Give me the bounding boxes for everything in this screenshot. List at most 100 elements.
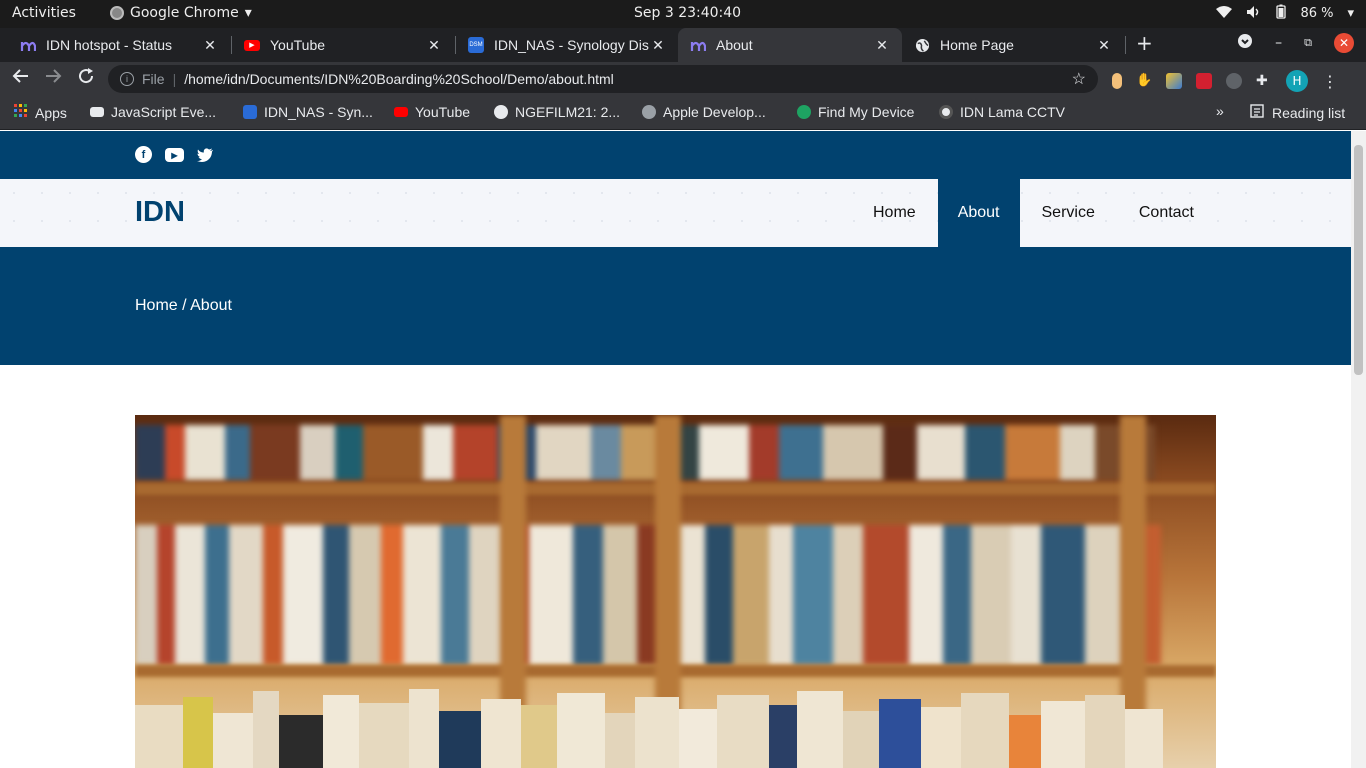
library-bookshelf-image	[135, 415, 1216, 768]
bookmark-label: NGEFILM21: 2...	[515, 104, 621, 120]
reading-list-icon	[1250, 104, 1264, 121]
info-icon[interactable]: i	[120, 72, 134, 86]
bookmark-label: IDN_NAS - Syn...	[264, 104, 373, 120]
new-tab-button[interactable]: +	[1136, 31, 1153, 55]
youtube-icon[interactable]: ▶	[165, 148, 184, 162]
bookmark-youtube[interactable]: YouTube	[394, 104, 470, 120]
tab-separator	[1125, 36, 1126, 54]
tab-title: About	[716, 37, 753, 53]
reading-list-button[interactable]: Reading list	[1250, 104, 1345, 121]
extension-icon-1[interactable]	[1112, 73, 1122, 89]
youtube-icon: ▶	[244, 39, 260, 51]
bookmark-idn-lama-cctv[interactable]: IDN Lama CCTV	[939, 104, 1065, 120]
forward-button[interactable]	[44, 67, 62, 90]
reload-button[interactable]	[77, 67, 95, 90]
chrome-icon	[110, 6, 124, 20]
battery-percentage: 86 %	[1300, 6, 1334, 21]
chevron-down-icon: ▾	[244, 5, 252, 21]
url-text[interactable]: /home/idn/Documents/IDN%20Boarding%20Sch…	[184, 71, 614, 87]
scrollbar-thumb[interactable]	[1354, 145, 1363, 375]
close-icon[interactable]: ✕	[202, 37, 218, 54]
tab-idn-hotspot[interactable]: IDN hotspot - Status ✕	[8, 28, 230, 62]
site-logo[interactable]: IDN	[135, 196, 185, 229]
reading-list-label: Reading list	[1272, 104, 1346, 121]
close-icon[interactable]: ✕	[650, 37, 666, 54]
tab-youtube[interactable]: ▶ YouTube ✕	[232, 28, 454, 62]
back-button[interactable]	[12, 67, 30, 90]
system-tray[interactable]: 86 % ▾	[1216, 4, 1354, 23]
tab-title: IDN_NAS - Synology Dis	[494, 37, 649, 53]
wifi-icon	[1216, 5, 1233, 23]
close-icon[interactable]: ✕	[1096, 37, 1112, 54]
page-icon	[90, 107, 104, 117]
page-scrollbar[interactable]	[1351, 131, 1366, 768]
tab-search-icon[interactable]	[1237, 33, 1253, 53]
dsm-icon	[243, 105, 257, 119]
bookmark-label: Apps	[35, 104, 67, 121]
tab-idn-nas[interactable]: DSM IDN_NAS - Synology Dis ✕	[456, 28, 678, 62]
dsm-icon: DSM	[468, 37, 484, 53]
bookmark-apps[interactable]: Apps	[14, 104, 67, 121]
bookmark-star-icon[interactable]: ☆	[1072, 69, 1086, 89]
breadcrumb: Home / About	[135, 297, 232, 314]
globe-icon	[914, 37, 930, 53]
foreground-books	[135, 685, 1216, 768]
app-name: Google Chrome	[130, 5, 239, 21]
bookmark-label: Find My Device	[818, 104, 915, 120]
bookmarks-overflow-button[interactable]: »	[1216, 103, 1224, 119]
bookmark-apple-developer[interactable]: Apple Develop...	[642, 104, 766, 120]
bookmark-idn-nas[interactable]: IDN_NAS - Syn...	[243, 104, 373, 120]
twitter-icon[interactable]	[197, 146, 214, 163]
nav-contact[interactable]: Contact	[1117, 179, 1216, 247]
bookmark-label: Apple Develop...	[663, 104, 766, 120]
bookmark-label: JavaScript Eve...	[111, 104, 217, 120]
extension-icon-3[interactable]	[1166, 73, 1182, 89]
find-device-icon	[797, 105, 811, 119]
site-navbar: IDN Home About Service Contact	[0, 179, 1351, 247]
battery-icon	[1276, 4, 1287, 23]
bookmark-find-my-device[interactable]: Find My Device	[797, 104, 914, 120]
tab-title: YouTube	[270, 37, 326, 53]
minimize-button[interactable]: –	[1275, 35, 1282, 51]
extension-icon-2[interactable]: ✋	[1136, 73, 1152, 89]
bookmark-javascript[interactable]: JavaScript Eve...	[90, 104, 216, 120]
apple-icon	[642, 105, 656, 119]
bookmark-label: YouTube	[415, 104, 471, 120]
profile-avatar[interactable]: H	[1286, 70, 1308, 92]
tab-about[interactable]: About ✕	[678, 28, 902, 62]
tab-title: Home Page	[940, 37, 1014, 53]
volume-icon	[1246, 5, 1262, 23]
close-icon[interactable]: ✕	[426, 37, 442, 54]
page-viewport: f ▶ IDN Home About Service Contact Home …	[0, 131, 1351, 768]
hotspot-icon	[690, 37, 706, 53]
app-menu[interactable]: Google Chrome ▾	[110, 5, 252, 21]
nav-about[interactable]: About	[937, 179, 1020, 247]
extension-icon-4[interactable]	[1196, 73, 1212, 89]
nav-menu: Home About Service Contact	[851, 179, 1216, 247]
chevron-down-icon: ▾	[1347, 6, 1354, 21]
page-header-banner: Home / About	[0, 247, 1351, 365]
puzzle-icon[interactable]: ✚	[1256, 73, 1272, 89]
facebook-icon[interactable]: f	[135, 146, 152, 163]
cctv-icon	[939, 105, 953, 119]
bookmark-ngefilm[interactable]: NGEFILM21: 2...	[494, 104, 620, 120]
nav-service[interactable]: Service	[1020, 179, 1117, 247]
address-bar[interactable]: i File | /home/idn/Documents/IDN%20Board…	[108, 65, 1098, 93]
bookmark-label: IDN Lama CCTV	[960, 104, 1066, 120]
system-top-bar: Activities Google Chrome ▾ Sep 3 23:40:4…	[0, 0, 1366, 28]
maximize-button[interactable]: ⧉	[1304, 36, 1312, 50]
hotspot-icon	[20, 37, 36, 53]
tab-home-page[interactable]: Home Page ✕	[902, 28, 1124, 62]
close-icon[interactable]: ✕	[874, 37, 890, 54]
extension-icon-5[interactable]	[1226, 73, 1242, 89]
window-close-button[interactable]: ✕	[1334, 33, 1354, 53]
clock[interactable]: Sep 3 23:40:40	[634, 5, 741, 21]
apps-grid-icon	[14, 104, 28, 121]
extensions-area: ✋ ✚ H ⋮	[1112, 70, 1338, 92]
menu-icon[interactable]: ⋮	[1322, 72, 1338, 91]
scheme-label: File	[142, 71, 165, 87]
activities-button[interactable]: Activities	[12, 5, 76, 21]
tab-strip: IDN hotspot - Status ✕ ▶ YouTube ✕ DSM I…	[0, 28, 1366, 62]
nav-home[interactable]: Home	[851, 179, 938, 247]
divider: |	[172, 71, 177, 87]
